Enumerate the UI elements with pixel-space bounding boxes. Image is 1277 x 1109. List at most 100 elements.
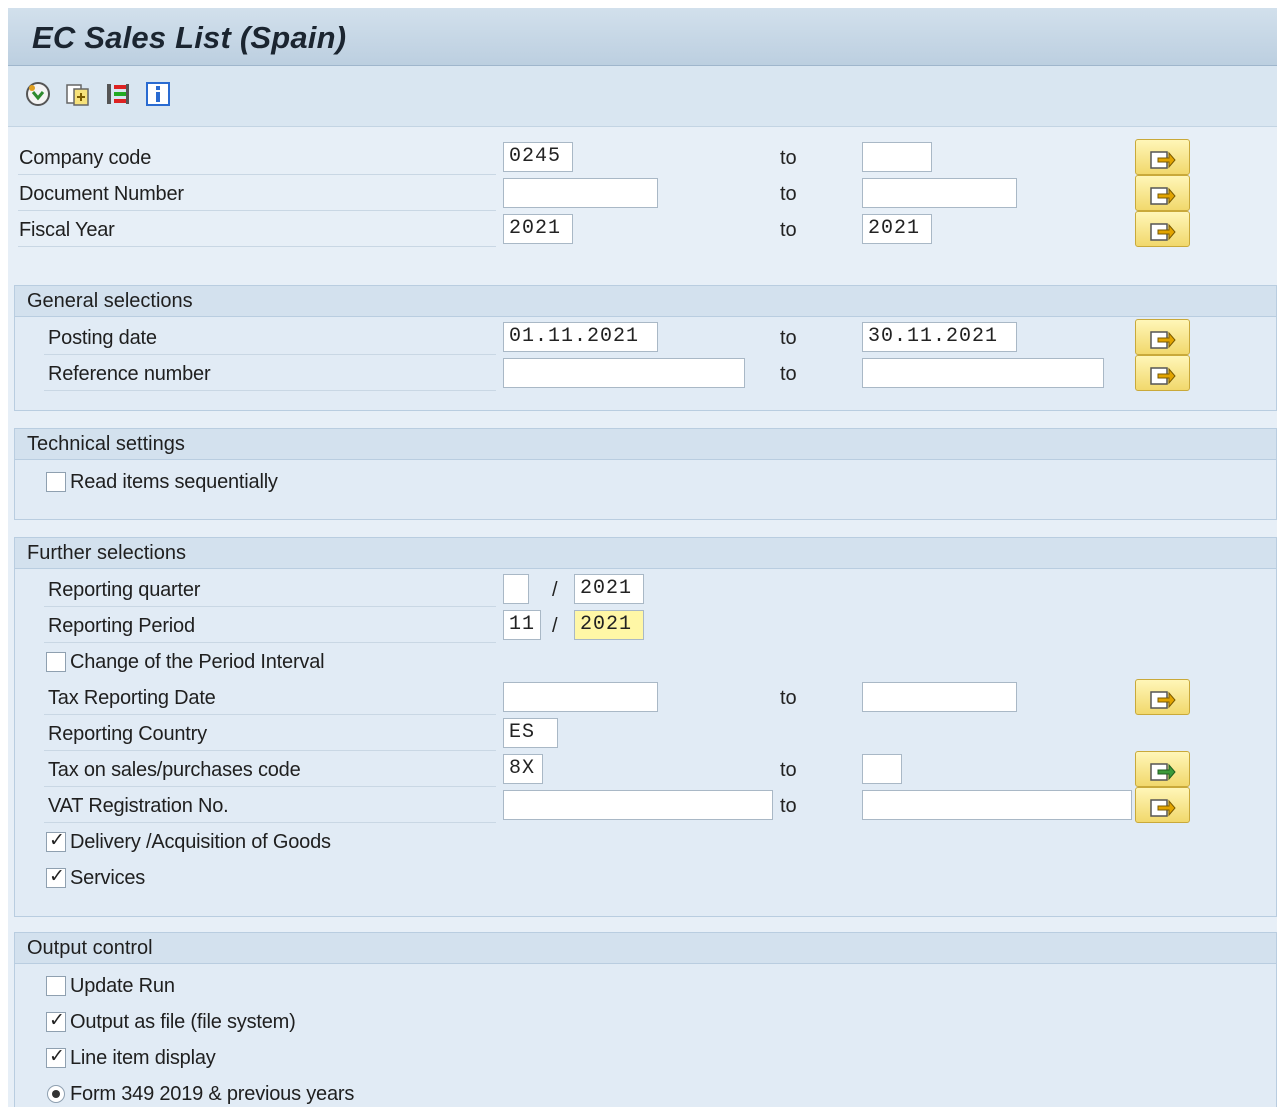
tax-code-to-label: to [780,759,797,781]
reporting-country-input[interactable]: ES [503,718,558,748]
vat-registration-to-input[interactable] [862,790,1132,820]
reporting-period-label: Reporting Period [48,615,195,637]
row-line [44,786,496,787]
line-item-display-checkbox[interactable]: ✓ [46,1045,66,1068]
company-code-multiple-selection-button[interactable] [1135,139,1190,175]
execute-icon[interactable] [24,80,52,108]
row-line [44,714,496,715]
read-sequential-checkbox[interactable] [46,472,66,492]
tax-reporting-date-to-input[interactable] [862,682,1017,712]
general-selections-title: General selections [27,290,193,312]
update-run-label: Update Run [70,975,175,997]
group-header: Technical settings [15,429,1276,460]
multiple-selection-icon [1150,331,1176,349]
read-sequential-label: Read items sequentially [70,471,278,493]
output-file-label: Output as file (file system) [70,1011,296,1033]
posting-date-multiple-selection-button[interactable] [1135,319,1190,355]
checkmark-icon: ✓ [49,829,65,851]
tax-reporting-date-to-label: to [780,687,797,709]
row-line [44,642,496,643]
document-number-to-label: to [780,183,797,205]
company-code-to-input[interactable] [862,142,932,172]
posting-date-to-input[interactable]: 30.11.2021 [862,322,1017,352]
reporting-period-year-input[interactable]: 2021 [574,610,644,640]
company-code-label: Company code [19,147,152,169]
technical-settings-title: Technical settings [27,433,185,455]
company-code-from-input[interactable]: 0245 [503,142,573,172]
group-header: Output control [15,933,1276,964]
services-checkbox[interactable]: ✓ [46,865,66,888]
document-number-multiple-selection-button[interactable] [1135,175,1190,211]
checkmark-icon: ✓ [49,865,65,887]
tax-reporting-date-from-input[interactable] [503,682,658,712]
row-line [44,750,496,751]
reporting-period-input[interactable]: 11 [503,610,541,640]
reporting-quarter-label: Reporting quarter [48,579,201,601]
document-number-label: Document Number [19,183,184,205]
form-349-radio[interactable] [47,1085,65,1103]
services-label: Services [70,867,146,889]
info-icon[interactable] [144,80,172,108]
delivery-acquisition-checkbox[interactable]: ✓ [46,829,66,852]
reporting-quarter-input[interactable] [503,574,529,604]
delivery-acquisition-label: Delivery /Acquisition of Goods [70,831,331,853]
vat-registration-from-input[interactable] [503,790,773,820]
reporting-quarter-year-input[interactable]: 2021 [574,574,644,604]
form-349-label: Form 349 2019 & previous years [70,1083,355,1105]
fiscal-year-to-input[interactable]: 2021 [862,214,932,244]
title-bar: EC Sales List (Spain) [8,8,1277,66]
change-period-interval-checkbox[interactable] [46,652,66,672]
vat-registration-multiple-selection-button[interactable] [1135,787,1190,823]
variant-icon[interactable] [64,80,92,108]
row-line [44,822,496,823]
radio-selected-icon [52,1090,60,1098]
vat-registration-label: VAT Registration No. [48,795,229,817]
output-file-checkbox[interactable]: ✓ [46,1009,66,1032]
document-number-from-input[interactable] [503,178,658,208]
row-line [44,354,496,355]
tax-reporting-date-label: Tax Reporting Date [48,687,216,709]
fiscal-year-to-label: to [780,219,797,241]
selection-options-icon[interactable] [104,80,132,108]
tax-code-multiple-selection-button[interactable] [1135,751,1190,787]
reference-number-multiple-selection-button[interactable] [1135,355,1190,391]
multiple-selection-active-icon [1150,763,1176,781]
tax-code-label: Tax on sales/purchases code [48,759,301,781]
multiple-selection-icon [1150,691,1176,709]
multiple-selection-icon [1150,151,1176,169]
output-control-title: Output control [27,937,153,959]
tax-code-from-input[interactable]: 8X [503,754,543,784]
row-line [44,390,496,391]
company-code-to-label: to [780,147,797,169]
further-selections-title: Further selections [27,542,186,564]
fiscal-year-from-input[interactable]: 2021 [503,214,573,244]
multiple-selection-icon [1150,367,1176,385]
posting-date-to-label: to [780,327,797,349]
vat-registration-to-label: to [780,795,797,817]
checkmark-icon: ✓ [49,1045,65,1067]
update-run-checkbox[interactable] [46,976,66,996]
multiple-selection-icon [1150,799,1176,817]
fiscal-year-multiple-selection-button[interactable] [1135,211,1190,247]
fiscal-year-label: Fiscal Year [19,219,115,241]
tax-code-to-input[interactable] [862,754,902,784]
period-separator: / [552,615,558,637]
row-line [18,174,496,175]
reference-number-from-input[interactable] [503,358,745,388]
change-period-interval-label: Change of the Period Interval [70,651,325,673]
reference-number-to-label: to [780,363,797,385]
document-number-to-input[interactable] [862,178,1017,208]
application-toolbar [8,66,1277,127]
multiple-selection-icon [1150,223,1176,241]
checkmark-icon: ✓ [49,1009,65,1031]
row-line [18,246,496,247]
group-header: Further selections [15,538,1276,569]
tax-reporting-date-multiple-selection-button[interactable] [1135,679,1190,715]
quarter-separator: / [552,579,558,601]
reference-number-to-input[interactable] [862,358,1104,388]
row-line [44,606,496,607]
line-item-display-label: Line item display [70,1047,216,1069]
group-header: General selections [15,286,1276,317]
posting-date-from-input[interactable]: 01.11.2021 [503,322,658,352]
reporting-country-label: Reporting Country [48,723,207,745]
